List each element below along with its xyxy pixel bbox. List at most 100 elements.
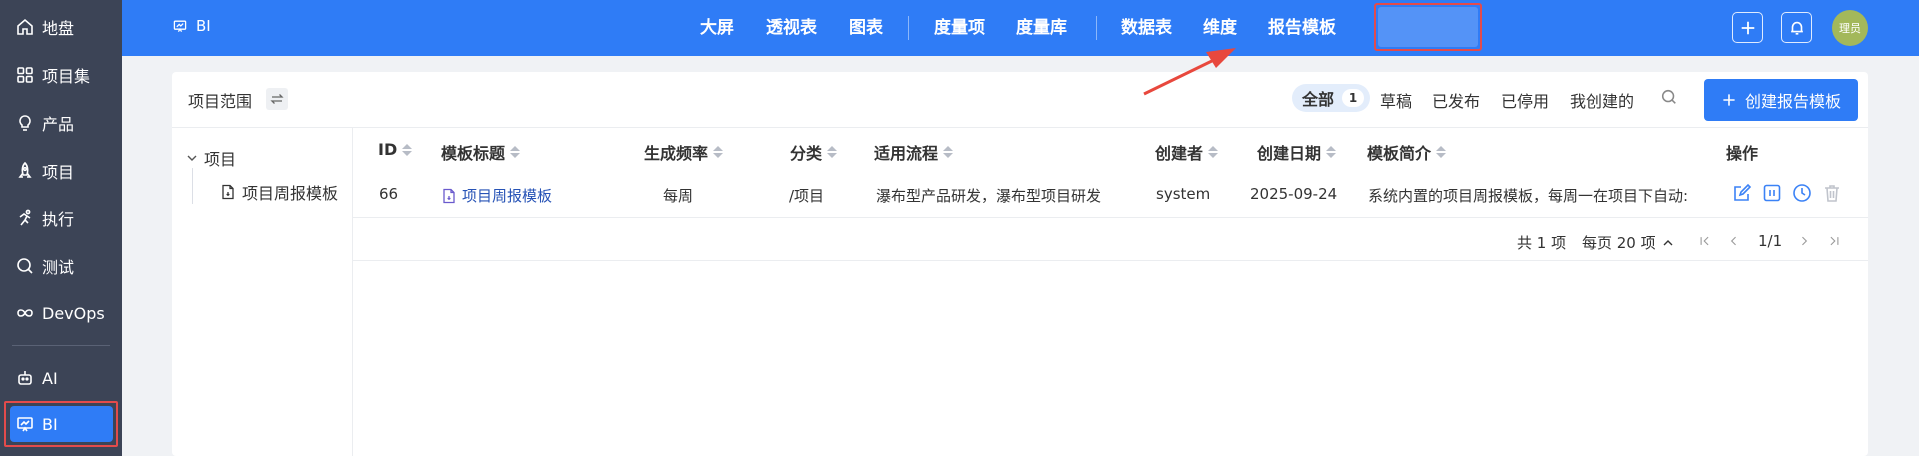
filter-count-badge: 1 (1342, 89, 1365, 107)
nav-metric[interactable]: 度量项 (934, 14, 985, 42)
column-header-label: 创建者 (1155, 144, 1204, 163)
filter-tab-draft[interactable]: 草稿 (1380, 88, 1412, 112)
column-header-flow[interactable]: 适用流程 (874, 140, 954, 164)
sidebar-item-label: AI (42, 368, 58, 388)
sort-icon (713, 146, 724, 158)
column-header-creator[interactable]: 创建者 (1155, 140, 1219, 164)
column-header-category[interactable]: 分类 (790, 140, 838, 164)
cell-id: 66 (379, 185, 399, 203)
sort-icon (1436, 146, 1447, 158)
nav-big-screen[interactable]: 大屏 (700, 14, 734, 42)
scope-switch-button[interactable] (266, 88, 288, 110)
sidebar-item-devops[interactable]: DevOps (0, 293, 122, 333)
sidebar: 地盘 项目集 产品 项目 执行 测试 DevOps AI BI (0, 0, 122, 456)
sort-icon (827, 146, 838, 158)
nav-pivot-table[interactable]: 透视表 (766, 14, 817, 42)
grid-icon (14, 64, 36, 86)
divider (172, 127, 1868, 128)
column-header-title[interactable]: 模板标题 (441, 140, 521, 164)
sidebar-item-label: 产品 (42, 115, 75, 134)
first-page-icon[interactable] (1696, 232, 1714, 250)
sidebar-divider (12, 345, 110, 346)
column-header-label: 模板简介 (1367, 144, 1432, 163)
sidebar-item-dashboard[interactable]: 地盘 (0, 7, 122, 47)
filter-tab-mine[interactable]: 我创建的 (1570, 88, 1634, 112)
filter-tab-disabled[interactable]: 已停用 (1501, 88, 1549, 112)
swap-icon (270, 94, 284, 104)
nav-data-table[interactable]: 数据表 (1121, 14, 1172, 42)
page-indicator: 1/1 (1758, 232, 1783, 250)
column-header-actions: 操作 (1726, 144, 1759, 163)
filter-label: 全部 (1302, 90, 1335, 109)
brand-label: BI (196, 17, 211, 35)
next-page-icon[interactable] (1795, 232, 1813, 250)
edit-icon (1734, 183, 1752, 201)
chart-board-icon (173, 20, 187, 32)
column-header-frequency[interactable]: 生成频率 (644, 140, 724, 164)
filter-tab-all[interactable]: 全部 1 (1292, 84, 1370, 112)
nav-chart[interactable]: 图表 (849, 14, 883, 42)
cell-title: 项目周报模板 (462, 187, 553, 205)
page-size-select[interactable]: 每页 20 项 (1582, 232, 1674, 253)
rocket-icon (14, 160, 36, 182)
sidebar-item-label: 项目 (42, 163, 75, 182)
plus-icon (1723, 94, 1735, 106)
cell-description: 系统内置的项目周报模板，每周一在项目下自动: (1368, 187, 1689, 205)
nav-dimension[interactable]: 维度 (1203, 14, 1237, 42)
sidebar-item-test[interactable]: 测试 (0, 246, 122, 286)
pause-icon (1763, 184, 1781, 202)
cell-flow: 瀑布型产品研发，瀑布型项目研发 (876, 187, 1102, 205)
annotation-box-sidebar (4, 401, 118, 447)
column-header-description[interactable]: 模板简介 (1367, 140, 1447, 164)
sort-icon (402, 143, 413, 156)
sidebar-item-program[interactable]: 项目集 (0, 55, 122, 95)
sort-icon (1208, 146, 1219, 158)
run-icon (14, 207, 36, 229)
last-page-icon[interactable] (1825, 232, 1843, 250)
filter-tab-published[interactable]: 已发布 (1432, 88, 1480, 112)
clock-icon (1793, 184, 1811, 202)
edit-button[interactable] (1732, 183, 1752, 203)
avatar[interactable]: 理员 (1832, 10, 1868, 46)
plus-icon (1741, 21, 1754, 34)
sort-icon (1326, 146, 1337, 158)
tree-guide-line (192, 168, 193, 204)
content-card: 项目范围 全部 1 草稿 已发布 已停用 我创建的 创建报告模板 项目 项目周报… (172, 72, 1868, 456)
prev-page-icon[interactable] (1725, 232, 1743, 250)
sidebar-item-label: 项目集 (42, 67, 91, 86)
search-icon[interactable] (1660, 88, 1678, 106)
template-title-link[interactable]: 项目周报模板 (441, 185, 552, 206)
scope-label: 项目范围 (188, 92, 253, 111)
history-button[interactable] (1792, 183, 1812, 203)
cell-date: 2025-09-24 (1250, 185, 1338, 203)
nav-report-template[interactable]: 报告模板 (1268, 14, 1336, 42)
tree-node-weekly-template[interactable]: 项目周报模板 (220, 180, 338, 204)
sidebar-item-ai[interactable]: AI (0, 358, 122, 398)
pause-button[interactable] (1762, 183, 1782, 203)
top-navbar: BI 大屏 透视表 图表 度量项 度量库 数据表 维度 报告模板 理员 (122, 0, 1919, 56)
sidebar-item-execution[interactable]: 执行 (0, 198, 122, 238)
page-size-label: 每页 20 项 (1582, 234, 1656, 252)
bulb-icon (14, 112, 36, 134)
nav-metric-library[interactable]: 度量库 (1016, 14, 1067, 42)
tree-node-project[interactable]: 项目 (186, 146, 236, 170)
sort-icon (510, 146, 521, 158)
column-header-date[interactable]: 创建日期 (1257, 140, 1337, 164)
sidebar-item-label: DevOps (42, 303, 105, 323)
create-button-label: 创建报告模板 (1744, 92, 1841, 111)
home-icon (14, 16, 36, 38)
delete-button[interactable] (1822, 183, 1842, 203)
create-report-template-button[interactable]: 创建报告模板 (1704, 79, 1858, 121)
document-icon (222, 184, 234, 200)
sort-icon (943, 146, 954, 158)
notification-button[interactable] (1781, 12, 1812, 43)
cell-frequency: 每周 (663, 187, 694, 205)
add-button[interactable] (1732, 12, 1763, 43)
sidebar-item-project[interactable]: 项目 (0, 151, 122, 191)
nav-divider (908, 16, 909, 40)
divider (352, 260, 1868, 261)
sidebar-item-product[interactable]: 产品 (0, 103, 122, 143)
infinity-icon (14, 302, 36, 324)
column-header-id[interactable]: ID (378, 140, 413, 159)
column-header-label: 创建日期 (1257, 144, 1322, 163)
